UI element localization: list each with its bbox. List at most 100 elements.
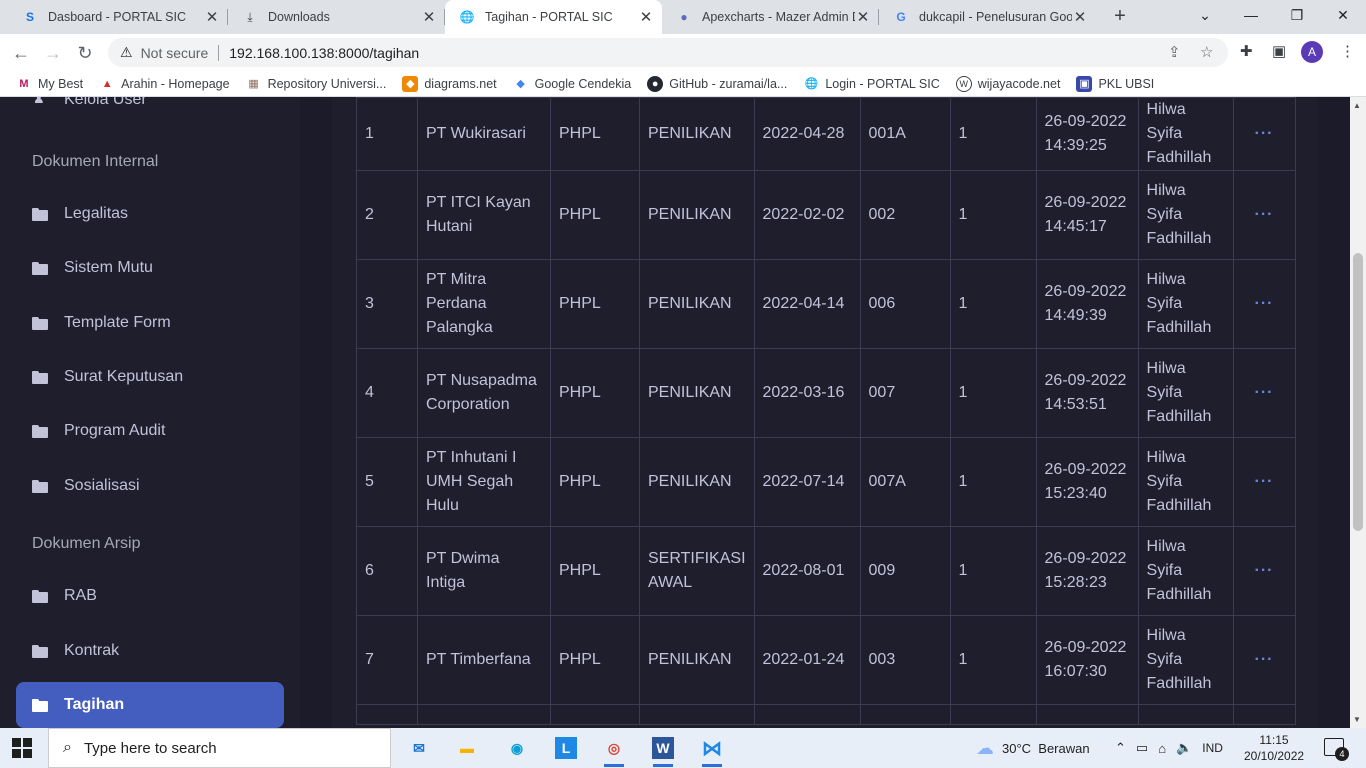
cell-created: 26-09-2022 15:28:23 [1035,526,1139,616]
row-actions-icon[interactable]: ··· [1232,526,1296,616]
side-panel-icon[interactable]: ▣ [1272,42,1286,60]
sidebar-section-title: Dokumen Internal [32,153,159,170]
cell-company: PT Dwima Intiga [417,526,551,616]
restore-button[interactable]: ❐ [1274,0,1320,32]
tab-tagihan[interactable]: 🌐 Tagihan - PORTAL SIC ✕ [445,0,662,34]
close-icon[interactable]: ✕ [421,8,437,26]
scroll-down-arrow-icon[interactable]: ▼ [1353,715,1361,724]
network-icon[interactable]: ⌂ [1158,741,1166,756]
battery-icon[interactable]: ▭ [1136,740,1148,756]
row-actions-icon[interactable]: ··· [1232,437,1296,527]
table-row: 3 PT Mitra Perdana Palangka PHPL PENILIKAN 2… [356,259,1296,349]
cell-scheme: PHPL [550,348,640,438]
row-actions-icon[interactable]: ··· [1232,259,1296,349]
sidebar-item-kelola-user[interactable]: Kelola User [64,97,147,109]
chevron-up-icon[interactable]: ⌃ [1115,740,1126,756]
new-tab-button[interactable]: + [1108,4,1132,28]
security-label[interactable]: Not secure [141,45,209,61]
table-body: 1 PT Wukirasari PHPL PENILIKAN 2022-04-28 001… [356,97,1296,725]
bookmark-wijayacode[interactable]: Wwijayacode.net [955,75,1060,92]
folder-icon [32,589,48,603]
sidebar-item-program-audit[interactable]: Program Audit [16,408,284,454]
github-icon: ● [647,75,664,92]
forward-arrow-icon[interactable]: → [40,40,66,66]
bookmark-my-best[interactable]: M My Best [16,76,83,92]
language-indicator[interactable]: IND [1202,741,1223,755]
sidebar-item-rab[interactable]: RAB [16,573,284,619]
bookmark-star-icon[interactable]: ☆ [1200,43,1213,61]
mail-app-icon[interactable]: ✉ [399,732,439,764]
chrome-icon[interactable]: ◎ [594,732,634,767]
profile-avatar[interactable]: A [1301,41,1323,63]
cell-created: 26-09-2022 14:49:39 [1035,259,1139,349]
notification-icon[interactable]: 4 [1324,738,1349,761]
tab-dukcapil[interactable]: G dukcapil - Penelusuran Goog ✕ [879,0,1096,34]
extensions-icon[interactable]: ✚ [1240,42,1253,60]
reload-icon[interactable]: ↻ [72,40,98,66]
page-scrollbar[interactable]: ▲ ▼ [1350,97,1366,728]
bookmark-google-cendekia[interactable]: ◆ Google Cendekia [513,76,631,92]
cell-date: 2022-03-16 [753,348,861,438]
cell-type: PENILIKAN [639,259,755,349]
close-icon[interactable]: ✕ [1072,8,1088,26]
scroll-up-arrow-icon[interactable]: ▲ [1353,101,1361,110]
close-icon[interactable]: ✕ [204,8,220,26]
address-bar[interactable]: ⚠ Not secure 192.168.100.138:8000/tagiha… [108,38,1228,67]
building-icon: ▦ [248,78,259,90]
vscode-icon[interactable]: ⋈ [692,732,732,767]
bookmark-pkl-ubsi[interactable]: ▣ PKL UBSI [1076,75,1154,92]
browser-tab-strip: S Dasboard - PORTAL SIC ✕ ⤓ Downloads ✕ … [0,0,1366,34]
sidebar-item-legalitas[interactable]: Legalitas [16,191,284,237]
share-icon[interactable]: ⇪ [1168,43,1181,61]
cell-user: Hilwa Syifa Fadhillah [1137,348,1234,438]
minimize-button[interactable]: — [1228,0,1274,32]
tab-title: Apexcharts - Mazer Admin D [702,10,855,24]
sidebar-item-tagihan[interactable]: Tagihan [16,682,284,728]
warning-icon[interactable]: ⚠ [120,44,133,61]
tab-title: Dasboard - PORTAL SIC [48,10,187,24]
sidebar-item-sistem-mutu[interactable]: Sistem Mutu [16,245,284,291]
pkl-logo-icon: ▣ [1076,75,1093,92]
clock[interactable]: 11:15 20/10/2022 [1244,732,1304,764]
bookmark-github[interactable]: ● GitHub - zuramai/la... [647,75,787,92]
bookmark-repository[interactable]: ▦ Repository Universi... [246,76,386,92]
window-close-button[interactable]: ✕ [1320,0,1366,32]
bookmark-login-portal[interactable]: 🌐 Login - PORTAL SIC [803,76,939,92]
cell-no: 2 [356,170,418,260]
volume-icon[interactable]: 🔈 [1176,740,1192,756]
menu-kebab-icon[interactable]: ⋮ [1340,42,1355,60]
row-actions-icon[interactable]: ··· [1232,97,1296,171]
l-app-icon[interactable]: L [546,732,586,764]
back-arrow-icon[interactable]: ← [8,40,34,66]
cell-type: PENILIKAN [639,170,755,260]
cell-type: PENILIKAN [639,348,755,438]
row-actions-icon[interactable]: ··· [1232,348,1296,438]
close-icon[interactable]: ✕ [855,8,871,26]
row-actions-icon[interactable]: ··· [1232,615,1296,705]
taskbar-search-box[interactable]: ⌕ Type here to search [48,728,391,768]
tab-apexcharts[interactable]: ● Apexcharts - Mazer Admin D ✕ [662,0,879,34]
cell-user: Hilwa Syifa Fadhillah [1137,97,1234,171]
file-explorer-icon[interactable]: ▬ [447,732,487,764]
windows-start-icon[interactable] [12,738,32,758]
tab-search-icon[interactable]: ⌄ [1182,0,1228,32]
url-text[interactable]: 192.168.100.138:8000/tagihan [229,45,419,61]
sidebar-item-template-form[interactable]: Template Form [16,300,284,346]
globe-icon: 🌐 [459,10,475,24]
tab-dasboard[interactable]: S Dasboard - PORTAL SIC ✕ [8,0,228,34]
sidebar-item-surat-keputusan[interactable]: Surat Keputusan [16,354,284,400]
bookmarks-bar: M My Best ▲ Arahin - Homepage ▦ Repository … [0,71,1366,97]
word-icon[interactable]: W [643,732,683,767]
bookmark-arahin[interactable]: ▲ Arahin - Homepage [99,76,230,92]
folder-icon [32,316,48,330]
weather-widget[interactable]: ☁ 30°C Berawan [976,728,1090,768]
sidebar-item-sosialisasi[interactable]: Sosialisasi [16,463,284,509]
close-icon[interactable]: ✕ [638,8,654,26]
sidebar-item-kontrak[interactable]: Kontrak [16,628,284,674]
bookmark-diagrams[interactable]: ◆ diagrams.net [402,75,497,92]
edge-browser-icon[interactable]: ◉ [497,732,537,764]
tab-downloads[interactable]: ⤓ Downloads ✕ [228,0,445,34]
scroll-thumb[interactable] [1353,253,1363,531]
diagrams-icon: ◆ [402,75,419,92]
row-actions-icon[interactable]: ··· [1232,170,1296,260]
